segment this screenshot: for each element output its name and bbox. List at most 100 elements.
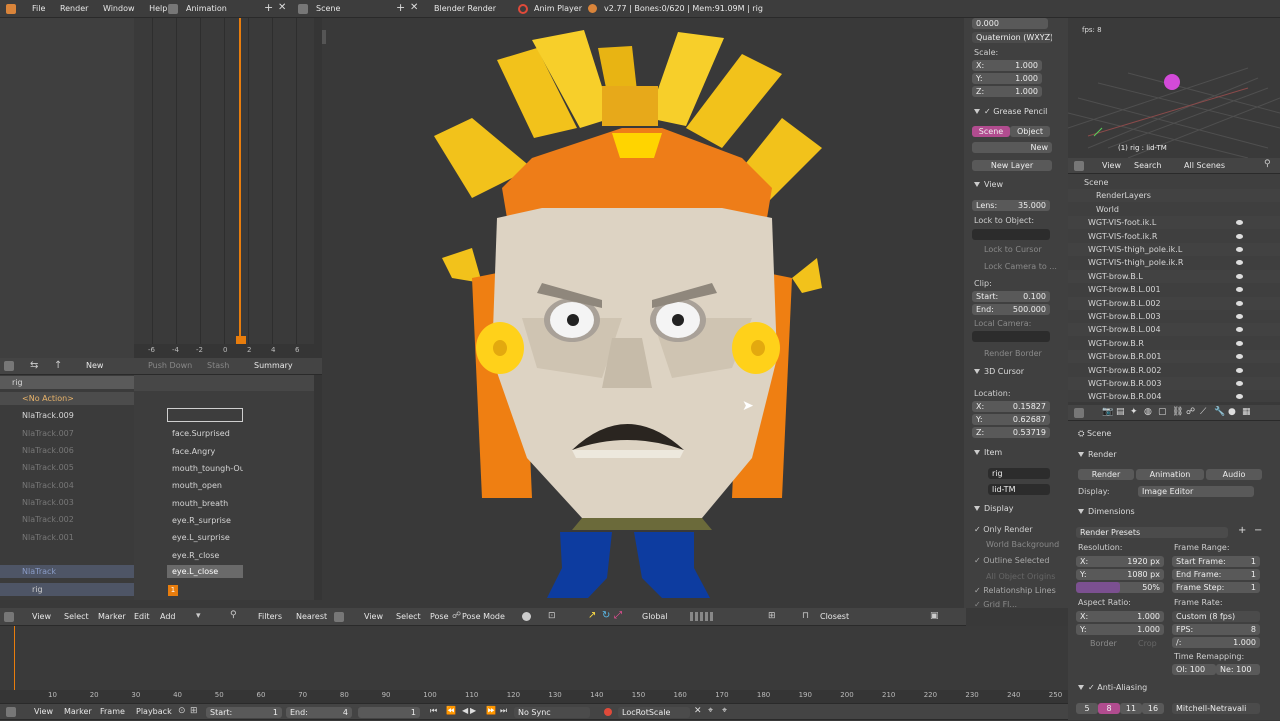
orientation-select[interactable]: Global [636,608,674,626]
outliner-item[interactable]: WGT-VIS-foot.ik.R [1068,230,1280,243]
nla-editor[interactable]: rig <No Action> NlaTrack.009 NlaTrack.00… [0,375,322,600]
nla-menu-edit[interactable]: Edit [128,608,156,626]
aa-samples-11[interactable]: 11 [1120,703,1142,714]
object-tab-icon[interactable]: ▢ [1158,407,1167,417]
outline-selected-checkbox[interactable]: ✓ Outline Selected [974,554,1049,567]
rotation-z-field[interactable]: 0.000 [972,18,1048,29]
editor-type-icon[interactable] [4,361,14,371]
menu-render[interactable]: Render [54,0,94,18]
nla-track-row[interactable]: NlaTrack.004 [0,479,134,492]
snap-mode-select[interactable]: Nearest [290,608,330,626]
current-frame-line[interactable] [239,18,241,340]
scene-name[interactable]: Scene [310,0,390,18]
nla-track-row[interactable]: NlaTrack.005 [0,461,134,474]
viewport-menu-view[interactable]: View [358,608,389,626]
clear-keying-icon[interactable]: ✕ [694,706,702,716]
resolution-y-field[interactable]: Y: 1080 px [1076,569,1164,580]
sync-mode-select[interactable]: No Sync [514,707,590,718]
menu-file[interactable]: File [26,0,51,18]
filter-icon[interactable]: ▾ [196,611,201,621]
visibility-eye-icon[interactable] [1236,260,1243,266]
visibility-eye-icon[interactable] [1236,327,1243,333]
lock-to-cursor-checkbox[interactable]: Lock to Cursor [984,243,1042,256]
local-camera-field[interactable] [972,331,1050,342]
scale-y-field[interactable]: Y: 1.000 [972,73,1042,84]
summary-toggle[interactable]: Summary [248,357,299,375]
nla-strip[interactable]: face.Angry [167,445,243,458]
stash-button[interactable]: Stash [201,357,235,375]
screen-layout-icon[interactable] [168,4,178,14]
scale-x-field[interactable]: X: 1.000 [972,60,1042,71]
remap-new-field[interactable]: Ne: 100 [1216,664,1260,675]
resolution-x-field[interactable]: X: 1920 px [1076,556,1164,567]
nla-strip[interactable]: mouth_open [167,479,243,492]
visibility-eye-icon[interactable] [1236,287,1243,293]
nla-menu-add[interactable]: Add [154,608,182,626]
nla-up-icon[interactable]: ↑ [54,360,62,371]
visibility-eye-icon[interactable] [1236,300,1243,306]
timeline[interactable]: 10 20 30 40 50 60 70 80 90 100 110 120 130 140 150 160 1… [0,626,1068,703]
camera-preview[interactable]: fps: 8 (1) rig : lid-TM [1068,18,1280,158]
close-scene-icon[interactable]: ✕ [410,2,418,13]
visibility-eye-icon[interactable] [1236,247,1243,252]
viewport-shading-icon[interactable] [522,612,531,621]
aa-samples-16[interactable]: 16 [1142,703,1164,714]
nla-frame-marker[interactable]: 1 [168,585,178,596]
keying-set-select[interactable]: LocRotScale [618,707,690,718]
anim-player-icon[interactable] [518,4,528,14]
outliner-item[interactable]: WGT-brow.B.R [1068,337,1280,350]
bone-tab-icon[interactable]: ⟋ [1200,407,1206,417]
nla-track-row[interactable]: NlaTrack.007 [0,427,134,440]
visibility-eye-icon[interactable] [1236,367,1243,373]
view-panel[interactable]: View [974,178,1003,192]
nla-strip-selected[interactable]: eye.L_close [167,565,243,578]
nla-strip[interactable]: eye.R_close [167,549,243,562]
remove-preset-icon[interactable]: − [1254,525,1262,536]
interaction-mode-select[interactable]: Pose Mode [456,608,511,626]
display-panel[interactable]: Display [974,502,1014,516]
relationship-lines-checkbox[interactable]: ✓ Relationship Lines [974,584,1056,597]
display-select[interactable]: Image Editor [1138,486,1254,497]
nla-action-strip[interactable] [167,408,243,422]
lock-object-field[interactable] [972,229,1050,240]
outliner-item[interactable]: WGT-brow.B.R.001 [1068,350,1280,364]
nla-track-row[interactable]: NlaTrack [0,565,134,578]
scene-icon[interactable] [298,4,308,14]
editor-type-icon[interactable] [334,612,344,622]
modifier-tab-icon[interactable]: 🔧 [1214,407,1225,417]
outliner-item[interactable]: WGT-brow.B.L.003 [1068,310,1280,323]
nla-strip[interactable]: mouth_toungh-Out [167,462,243,475]
graph-scrollbar[interactable] [314,18,322,358]
gp-new-layer-button[interactable]: New Layer [972,160,1052,171]
constraints-tab-icon[interactable]: ⛓ [1172,407,1183,417]
render-layers-tab-icon[interactable]: ▤ [1116,407,1125,417]
nla-menu-select[interactable]: Select [58,608,95,626]
nla-menu-view[interactable]: View [26,608,57,626]
material-tab-icon[interactable]: ● [1228,407,1236,417]
push-down-button[interactable]: Push Down [142,357,198,375]
outliner-filter-select[interactable]: All Scenes [1178,157,1231,175]
3d-viewport[interactable]: ➤ [322,18,964,608]
outliner-item[interactable]: WGT-brow.B.R.002 [1068,364,1280,377]
scale-z-field[interactable]: Z: 1.000 [972,86,1042,97]
add-preset-icon[interactable]: + [1238,525,1246,536]
editor-type-icon[interactable] [4,612,14,622]
layers-icon[interactable] [690,612,714,621]
lock-camera-checkbox[interactable]: Lock Camera to ... [984,260,1057,273]
aa-samples-5[interactable]: 5 [1076,703,1098,714]
nla-strip[interactable]: mouth_breath [167,497,243,510]
viewport-menu-pose[interactable]: Pose [424,608,455,626]
frame-step-field[interactable]: Frame Step: 1 [1172,582,1260,593]
start-frame-field[interactable]: Start: 1 [206,707,282,718]
snap-magnet-icon[interactable]: ⊓ [802,611,809,621]
close-screen-icon[interactable]: ✕ [278,2,286,13]
blender-logo-icon[interactable] [6,4,16,14]
filters-menu[interactable]: Filters [252,608,288,626]
timeline-current-frame[interactable] [14,626,15,690]
gp-object-tab[interactable]: Object [1010,126,1050,137]
gp-scene-tab[interactable]: Scene [972,126,1010,137]
scene-tab-icon[interactable]: ✦ [1130,407,1138,417]
auto-key-icon[interactable] [604,708,612,716]
data-tab-icon[interactable]: ☍ [1186,407,1195,417]
outliner-menu-view[interactable]: View [1096,157,1127,175]
